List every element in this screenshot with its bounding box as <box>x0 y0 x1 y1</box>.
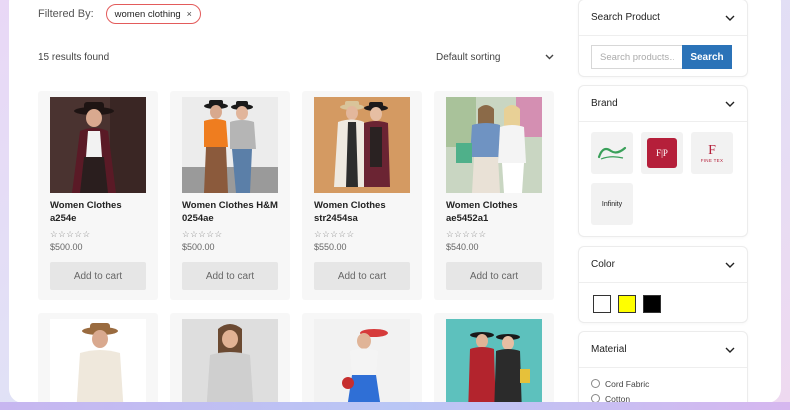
product-image[interactable] <box>446 319 542 403</box>
page-frame: Filtered By: women clothing × 15 results… <box>9 0 781 403</box>
brand-panel: Brand F|P F FINE TEX Infinity <box>579 86 747 236</box>
product-listing: Filtered By: women clothing × 15 results… <box>9 0 569 403</box>
star-rating: ☆☆☆☆☆ <box>50 229 91 239</box>
search-panel-title: Search Product <box>591 12 660 23</box>
product-image[interactable] <box>182 319 278 403</box>
product-card[interactable]: Women Clothes ae5452a1 ☆☆☆☆☆ $540.00 Add… <box>434 91 554 300</box>
star-rating: ☆☆☆☆☆ <box>446 229 487 239</box>
add-to-cart-button[interactable]: Add to cart <box>314 262 410 290</box>
material-option-label: Cord Fabric <box>605 378 650 389</box>
brand-list: F|P F FINE TEX Infinity <box>579 122 747 225</box>
product-image[interactable] <box>314 319 410 403</box>
product-card[interactable] <box>302 313 422 403</box>
bottom-glow <box>0 402 790 410</box>
search-panel-header[interactable]: Search Product <box>579 0 747 36</box>
product-price: $540.00 <box>446 242 479 252</box>
color-swatch-yellow[interactable] <box>618 295 636 313</box>
brand-logo-cinosa[interactable] <box>591 132 633 174</box>
product-image[interactable] <box>182 97 278 193</box>
color-swatches <box>579 283 747 325</box>
finetex-f-glyph: F <box>708 142 716 158</box>
color-panel: Color <box>579 247 747 322</box>
radio-icon[interactable] <box>591 379 600 388</box>
product-card[interactable]: Women Clothes H&M 0254ae ☆☆☆☆☆ $500.00 A… <box>170 91 290 300</box>
chevron-down-icon[interactable] <box>725 101 735 107</box>
chevron-down-icon[interactable] <box>725 262 735 268</box>
material-list: Cord Fabric Cotton <box>579 368 747 403</box>
product-card[interactable]: Women Clothes a254e ☆☆☆☆☆ $500.00 Add to… <box>38 91 158 300</box>
material-option[interactable]: Cord Fabric <box>579 376 747 391</box>
product-title[interactable]: Women Clothes str2454sa <box>314 200 414 225</box>
chevron-down-icon <box>545 54 554 60</box>
product-title[interactable]: Women Clothes a254e <box>50 200 150 225</box>
color-swatch-white[interactable] <box>593 295 611 313</box>
add-to-cart-button[interactable]: Add to cart <box>50 262 146 290</box>
star-rating: ☆☆☆☆☆ <box>314 229 355 239</box>
chevron-down-icon[interactable] <box>725 347 735 353</box>
close-icon[interactable]: × <box>187 9 192 19</box>
color-panel-header[interactable]: Color <box>579 247 747 283</box>
product-image[interactable] <box>50 319 146 403</box>
brand-finetex-label: FINE TEX <box>700 157 724 163</box>
brand-panel-title: Brand <box>591 98 618 109</box>
search-input[interactable] <box>591 45 682 69</box>
product-card[interactable] <box>170 313 290 403</box>
product-card[interactable] <box>38 313 158 403</box>
brand-logo-infinity[interactable]: Infinity <box>591 183 633 225</box>
product-image[interactable] <box>50 97 146 193</box>
material-panel-title: Material <box>591 344 627 355</box>
product-price: $500.00 <box>50 242 83 252</box>
filter-label: Filtered By: <box>38 8 94 20</box>
filter-bar: Filtered By: women clothing × <box>38 4 201 24</box>
product-card[interactable] <box>434 313 554 403</box>
product-image[interactable] <box>446 97 542 193</box>
color-panel-title: Color <box>591 259 615 270</box>
chevron-down-icon[interactable] <box>725 15 735 21</box>
brand-infinity-label: Infinity <box>601 200 623 208</box>
filter-chip[interactable]: women clothing × <box>105 4 201 24</box>
brand-panel-header[interactable]: Brand <box>579 86 747 122</box>
add-to-cart-button[interactable]: Add to cart <box>182 262 278 290</box>
color-swatch-black[interactable] <box>643 295 661 313</box>
search-button[interactable]: Search <box>682 45 732 69</box>
sorting-value: Default sorting <box>436 51 501 63</box>
product-price: $550.00 <box>314 242 347 252</box>
search-panel: Search Product Search <box>579 0 747 76</box>
add-to-cart-button[interactable]: Add to cart <box>446 262 542 290</box>
brand-fp-mark: F|P <box>647 138 677 168</box>
product-price: $500.00 <box>182 242 215 252</box>
product-image[interactable] <box>314 97 410 193</box>
star-rating: ☆☆☆☆☆ <box>182 229 223 239</box>
filter-chip-label: women clothing <box>114 8 181 20</box>
sorting-select[interactable]: Default sorting <box>436 48 554 66</box>
material-panel-header[interactable]: Material <box>579 332 747 368</box>
results-count: 15 results found <box>38 52 110 63</box>
product-title[interactable]: Women Clothes ae5452a1 <box>446 200 546 225</box>
product-title[interactable]: Women Clothes H&M 0254ae <box>182 200 282 225</box>
brand-logo-finetex[interactable]: F FINE TEX <box>691 132 733 174</box>
search-form: Search <box>579 36 747 69</box>
brand-logo-fp[interactable]: F|P <box>641 132 683 174</box>
brand-finetex-mark: F FINE TEX <box>700 142 724 163</box>
product-card[interactable]: Women Clothes str2454sa ☆☆☆☆☆ $550.00 Ad… <box>302 91 422 300</box>
material-panel: Material Cord Fabric Cotton <box>579 332 747 403</box>
